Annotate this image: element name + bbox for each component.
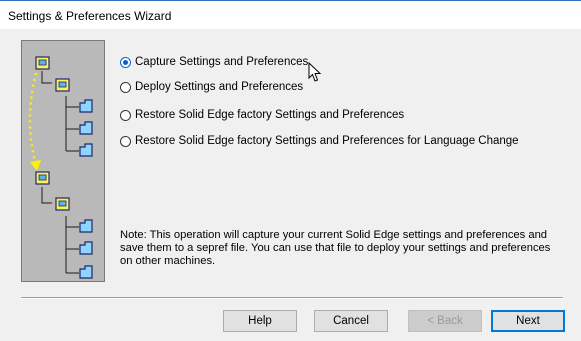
blue-folder-icon <box>79 265 93 279</box>
option-capture-label: Capture Settings and Preferences <box>135 56 309 68</box>
option-restore-language-label: Restore Solid Edge factory Settings and … <box>135 135 519 147</box>
yellow-folder-icon <box>35 56 50 70</box>
help-button[interactable]: Help <box>223 310 297 332</box>
radio-restore-language[interactable] <box>120 135 131 147</box>
wizard-illustration <box>21 40 105 282</box>
blue-folder-icon <box>79 121 93 135</box>
button-separator <box>21 297 563 299</box>
mouse-pointer-icon <box>308 62 322 82</box>
yellow-folder-icon <box>35 171 50 185</box>
yellow-folder-icon <box>55 197 70 211</box>
option-deploy[interactable]: Deploy Settings and Preferences <box>120 79 303 95</box>
option-deploy-label: Deploy Settings and Preferences <box>135 81 304 93</box>
folder-tree-graphic <box>28 56 93 279</box>
operation-note: Note: This operation will capture your c… <box>120 229 560 268</box>
option-restore-language[interactable]: Restore Solid Edge factory Settings and … <box>120 133 519 149</box>
next-button[interactable]: Next <box>491 310 565 332</box>
option-restore-factory-label: Restore Solid Edge factory Settings and … <box>135 109 405 121</box>
blue-folder-icon <box>79 219 93 233</box>
arrow-head <box>30 160 41 171</box>
title-bar: Settings & Preferences Wizard <box>0 0 581 29</box>
radio-capture[interactable] <box>120 56 131 68</box>
note-line-2: save them to a sepref file. You can use … <box>120 242 551 254</box>
option-restore-factory[interactable]: Restore Solid Edge factory Settings and … <box>120 107 404 123</box>
note-line-1: Note: This operation will capture your c… <box>120 229 548 241</box>
radio-restore-factory[interactable] <box>120 109 131 121</box>
window-title: Settings & Preferences Wizard <box>8 9 172 23</box>
cancel-button[interactable]: Cancel <box>314 310 388 332</box>
blue-folder-icon <box>79 143 93 157</box>
blue-folder-icon <box>79 99 93 113</box>
arrow-path <box>28 72 38 166</box>
radio-deploy[interactable] <box>120 81 131 93</box>
option-capture[interactable]: Capture Settings and Preferences <box>120 54 308 70</box>
back-button[interactable]: < Back <box>408 310 482 332</box>
yellow-folder-icon <box>55 78 70 92</box>
blue-folder-icon <box>79 241 93 255</box>
note-line-3: on other machines. <box>120 255 216 267</box>
